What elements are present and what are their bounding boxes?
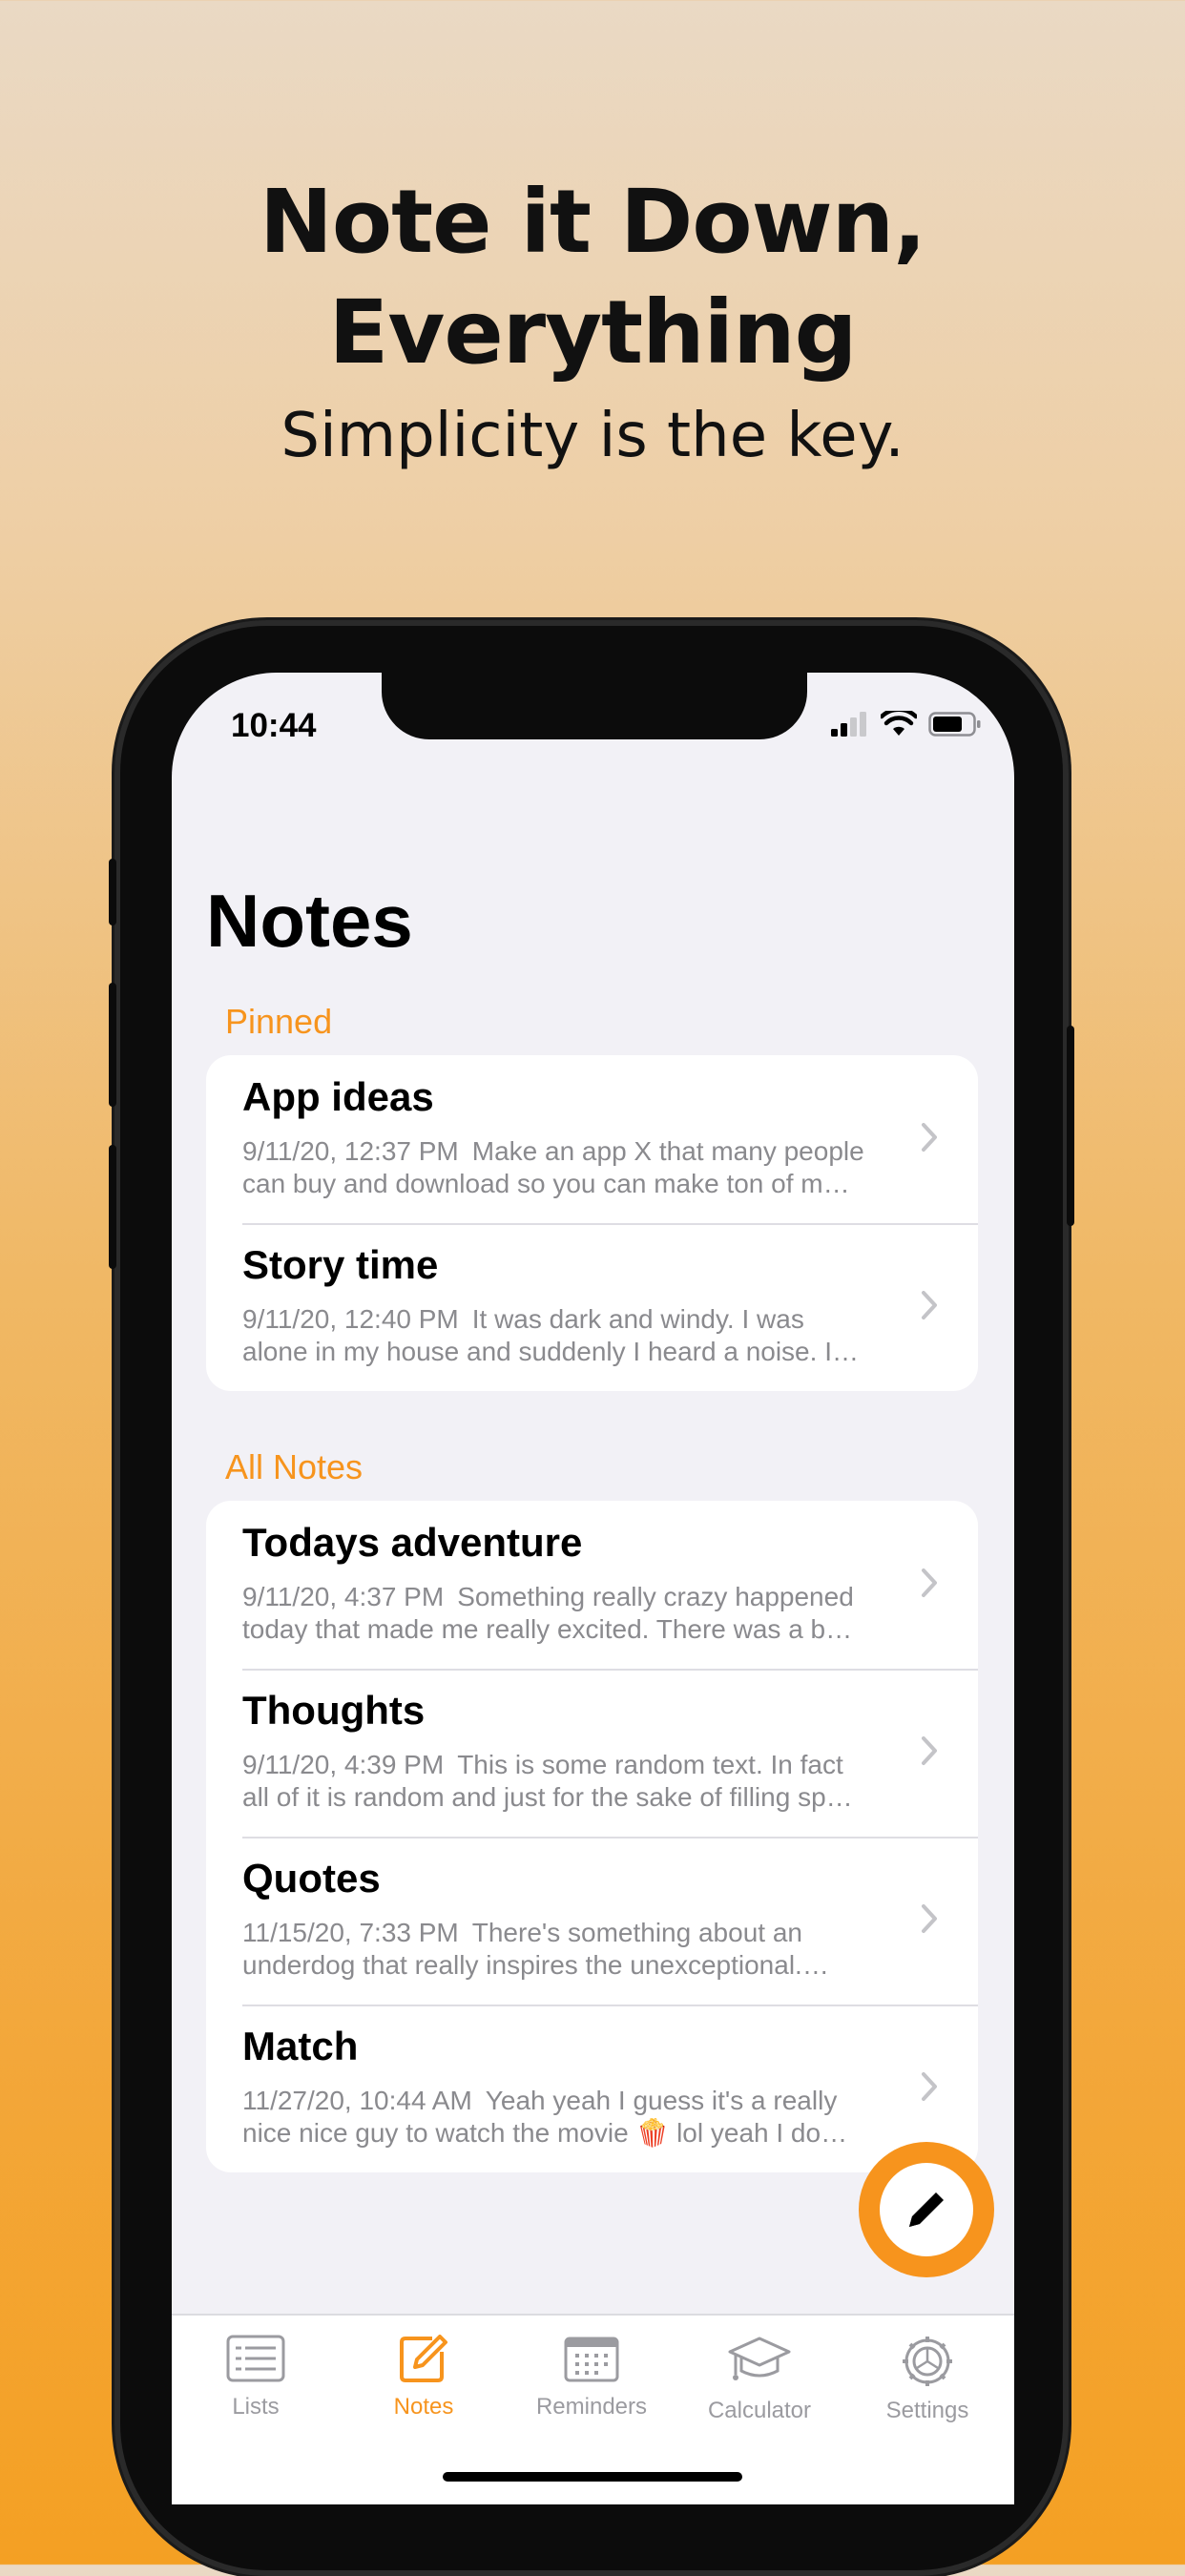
note-preview: 9/11/20, 4:37 PM Something really crazy h… xyxy=(242,1581,901,1646)
chevron-right-icon xyxy=(922,1736,937,1765)
volume-down-button xyxy=(109,1145,116,1269)
pinned-notes-list: App ideas 9/11/20, 12:37 PM Make an app X… xyxy=(206,1055,978,1391)
home-indicator xyxy=(443,2472,742,2482)
power-button xyxy=(1067,1026,1074,1226)
note-preview-line-1: It was dark and windy. I was xyxy=(471,1304,804,1334)
tab-calculator[interactable]: Calculator xyxy=(676,2335,843,2424)
note-date: 9/11/20, 4:39 PM xyxy=(242,1750,445,1779)
note-row[interactable]: Thoughts 9/11/20, 4:39 PM This is some ra… xyxy=(206,1669,978,1837)
pencil-icon xyxy=(909,2192,944,2227)
graduation-cap-icon xyxy=(728,2337,791,2380)
note-date: 9/11/20, 12:37 PM xyxy=(242,1136,459,1166)
status-icons xyxy=(831,711,982,737)
tab-label: Lists xyxy=(232,2394,280,2420)
compose-icon xyxy=(400,2335,447,2382)
note-preview-line-1: There's something about an xyxy=(471,1918,802,1947)
note-preview-line-2: can buy and download so you can make ton… xyxy=(242,1169,850,1198)
headline-line-1: Note it Down, xyxy=(259,171,926,273)
tab-label: Calculator xyxy=(707,2398,812,2423)
note-preview: 9/11/20, 4:39 PM This is some random text… xyxy=(242,1749,901,1814)
phone-screen: 10:44 Notes Pinned App ideas 9/11/20, 12… xyxy=(172,673,1014,2504)
page-title: Notes xyxy=(206,879,413,963)
note-date: 9/11/20, 4:37 PM xyxy=(242,1582,445,1611)
tab-label: Notes xyxy=(393,2394,454,2420)
note-preview-line-1: Make an app X that many people xyxy=(471,1136,864,1166)
status-time: 10:44 xyxy=(231,707,317,744)
note-row[interactable]: App ideas 9/11/20, 12:37 PM Make an app X… xyxy=(206,1055,978,1223)
chevron-right-icon xyxy=(922,1568,937,1597)
chevron-right-icon xyxy=(922,1123,937,1152)
note-preview: 9/11/20, 12:40 PM It was dark and windy. … xyxy=(242,1303,901,1368)
promo-subheadline: Simplicity is the key. xyxy=(281,401,904,471)
note-row[interactable]: Story time 9/11/20, 12:40 PM It was dark … xyxy=(206,1223,978,1391)
calendar-icon xyxy=(564,2337,619,2382)
note-preview-line-2: nice nice guy to watch the movie 🍿 lol y… xyxy=(242,2118,848,2148)
cellular-signal-icon xyxy=(831,712,866,737)
note-preview-line-2: today that made me really excited. There… xyxy=(242,1614,853,1644)
wifi-icon xyxy=(881,711,917,736)
tab-label: Settings xyxy=(885,2398,969,2423)
chevron-right-icon xyxy=(922,1291,937,1319)
tab-settings[interactable]: Settings xyxy=(843,2335,1011,2424)
tab-lists[interactable]: Lists xyxy=(172,2335,340,2420)
battery-icon xyxy=(928,712,981,737)
chevron-right-icon xyxy=(922,1904,937,1933)
pinned-section-header: Pinned xyxy=(225,1002,333,1041)
notch xyxy=(382,673,807,739)
note-preview-line-1: Something really crazy happened xyxy=(457,1582,854,1611)
tab-notes[interactable]: Notes xyxy=(340,2335,508,2420)
all-notes-list: Todays adventure 9/11/20, 4:37 PM Somethi… xyxy=(206,1501,978,2172)
note-title: App ideas xyxy=(242,1074,434,1119)
mute-switch xyxy=(109,859,116,925)
note-date: 11/15/20, 7:33 PM xyxy=(242,1918,459,1947)
note-row[interactable]: Match 11/27/20, 10:44 AM Yeah yeah I gues… xyxy=(206,2005,978,2172)
note-title: Todays adventure xyxy=(242,1520,583,1565)
note-date: 9/11/20, 12:40 PM xyxy=(242,1304,459,1334)
note-preview: 9/11/20, 12:37 PM Make an app X that many… xyxy=(242,1135,901,1200)
note-title: Match xyxy=(242,2024,359,2068)
note-row[interactable]: Quotes 11/15/20, 7:33 PM There's somethin… xyxy=(206,1837,978,2005)
new-note-button-inner xyxy=(880,2163,973,2256)
volume-up-button xyxy=(109,983,116,1107)
phone-frame: 10:44 Notes Pinned App ideas 9/11/20, 12… xyxy=(109,620,1074,2576)
list-icon xyxy=(226,2335,285,2382)
note-title: Thoughts xyxy=(242,1688,426,1733)
note-title: Quotes xyxy=(242,1856,381,1901)
chevron-right-icon xyxy=(922,2072,937,2101)
note-preview-line-2: underdog that really inspires the unexce… xyxy=(242,1950,829,1980)
promo-headline: Note it Down, Everything xyxy=(0,167,1185,388)
all-notes-section-header: All Notes xyxy=(225,1447,364,1486)
note-preview: 11/15/20, 7:33 PM There's something about… xyxy=(242,1917,901,1982)
headline-line-2: Everything xyxy=(328,281,858,384)
note-title: Story time xyxy=(242,1242,439,1287)
note-preview-line-1: Yeah yeah I guess it's a really xyxy=(485,2086,838,2115)
tab-label: Reminders xyxy=(535,2394,648,2420)
note-preview-line-2: alone in my house and suddenly I heard a… xyxy=(242,1337,859,1366)
note-date: 11/27/20, 10:44 AM xyxy=(242,2086,472,2115)
gear-icon xyxy=(903,2337,952,2386)
note-preview-line-1: This is some random text. In fact xyxy=(457,1750,843,1779)
note-preview: 11/27/20, 10:44 AM Yeah yeah I guess it's… xyxy=(242,2085,901,2150)
new-note-button[interactable] xyxy=(859,2142,994,2277)
note-preview-line-2: all of it is random and just for the sak… xyxy=(242,1782,853,1812)
note-row[interactable]: Todays adventure 9/11/20, 4:37 PM Somethi… xyxy=(206,1501,978,1669)
tab-reminders[interactable]: Reminders xyxy=(508,2335,676,2420)
